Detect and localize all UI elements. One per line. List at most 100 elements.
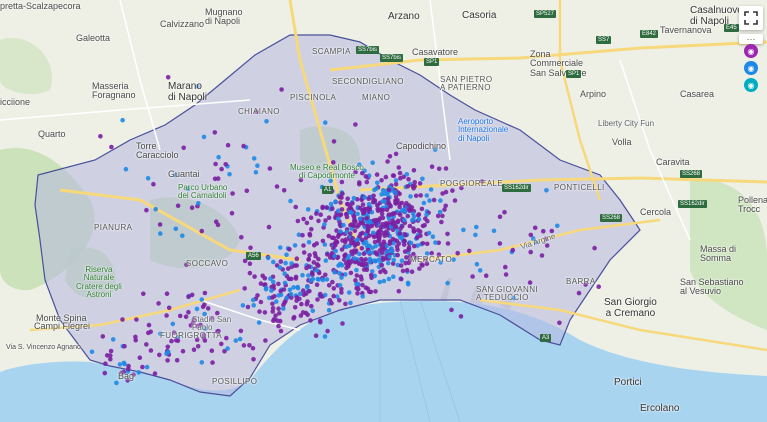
data-point[interactable] bbox=[364, 179, 370, 185]
data-point[interactable] bbox=[369, 223, 375, 229]
data-point[interactable] bbox=[158, 231, 163, 236]
data-point[interactable] bbox=[307, 252, 312, 258]
data-point[interactable] bbox=[278, 245, 283, 250]
data-point[interactable] bbox=[391, 257, 397, 263]
data-point[interactable] bbox=[247, 270, 253, 276]
data-point[interactable] bbox=[362, 206, 368, 212]
data-point[interactable] bbox=[449, 307, 454, 313]
data-point[interactable] bbox=[305, 207, 311, 212]
data-point[interactable] bbox=[383, 224, 388, 229]
data-point[interactable] bbox=[348, 300, 353, 306]
data-point[interactable] bbox=[307, 231, 313, 237]
data-point[interactable] bbox=[359, 277, 364, 282]
data-point[interactable] bbox=[360, 294, 366, 299]
poi-liberty[interactable]: Liberty City Fun bbox=[598, 119, 654, 128]
data-point[interactable] bbox=[267, 166, 273, 171]
data-point[interactable] bbox=[357, 181, 362, 187]
data-point[interactable] bbox=[272, 294, 277, 299]
data-point[interactable] bbox=[315, 276, 321, 282]
data-point[interactable] bbox=[443, 166, 449, 171]
data-point[interactable] bbox=[304, 284, 310, 290]
data-point[interactable] bbox=[348, 231, 353, 236]
data-point[interactable] bbox=[351, 195, 357, 201]
data-point[interactable] bbox=[336, 232, 342, 238]
data-point[interactable] bbox=[252, 274, 257, 279]
data-point[interactable] bbox=[239, 235, 244, 240]
poi-museo[interactable]: Museo e Real Bosco di Capodimonte bbox=[290, 163, 364, 181]
data-point[interactable] bbox=[355, 241, 361, 246]
data-point[interactable] bbox=[264, 119, 269, 124]
data-point[interactable] bbox=[344, 214, 350, 220]
data-point[interactable] bbox=[279, 87, 284, 92]
data-point[interactable] bbox=[199, 360, 205, 365]
data-point[interactable] bbox=[371, 230, 376, 236]
data-point[interactable] bbox=[233, 338, 239, 343]
data-point[interactable] bbox=[273, 313, 278, 318]
data-point[interactable] bbox=[121, 360, 127, 366]
data-point[interactable] bbox=[175, 203, 181, 209]
data-point[interactable] bbox=[544, 188, 549, 193]
data-point[interactable] bbox=[270, 309, 276, 314]
map-view[interactable]: Arzano Casoria Casalnuovo di Napoli Mugn… bbox=[0, 0, 767, 422]
data-point[interactable] bbox=[223, 162, 228, 167]
data-point[interactable] bbox=[263, 285, 269, 291]
data-point[interactable] bbox=[477, 268, 483, 273]
data-point[interactable] bbox=[390, 222, 396, 227]
data-point[interactable] bbox=[438, 198, 443, 203]
data-point[interactable] bbox=[140, 364, 145, 370]
data-point[interactable] bbox=[165, 75, 171, 80]
data-point[interactable] bbox=[314, 282, 320, 288]
fullscreen-button[interactable] bbox=[739, 6, 763, 30]
data-point[interactable] bbox=[541, 228, 546, 234]
data-point[interactable] bbox=[413, 193, 419, 199]
data-point[interactable] bbox=[305, 312, 311, 318]
data-point[interactable] bbox=[350, 201, 355, 206]
data-point[interactable] bbox=[212, 130, 218, 135]
data-point[interactable] bbox=[419, 206, 425, 212]
data-point[interactable] bbox=[339, 275, 344, 280]
data-point[interactable] bbox=[596, 284, 601, 290]
data-point[interactable] bbox=[373, 244, 378, 249]
data-point[interactable] bbox=[238, 328, 244, 334]
data-point[interactable] bbox=[399, 224, 405, 229]
data-point[interactable] bbox=[397, 212, 403, 217]
data-point[interactable] bbox=[431, 197, 437, 203]
data-point[interactable] bbox=[210, 360, 215, 365]
data-point[interactable] bbox=[157, 222, 163, 227]
data-point[interactable] bbox=[166, 349, 171, 355]
data-point[interactable] bbox=[474, 224, 479, 230]
data-point[interactable] bbox=[294, 256, 300, 262]
data-point[interactable] bbox=[166, 305, 172, 311]
data-point[interactable] bbox=[341, 222, 346, 228]
data-point[interactable] bbox=[363, 174, 369, 179]
data-point[interactable] bbox=[467, 248, 472, 254]
data-point[interactable] bbox=[421, 200, 427, 206]
data-point[interactable] bbox=[361, 251, 367, 256]
data-point[interactable] bbox=[224, 335, 229, 341]
data-point[interactable] bbox=[170, 321, 176, 327]
data-point[interactable] bbox=[377, 279, 383, 285]
data-point[interactable] bbox=[133, 337, 138, 343]
data-point[interactable] bbox=[227, 171, 232, 177]
data-point[interactable] bbox=[269, 288, 274, 293]
data-point[interactable] bbox=[375, 203, 380, 208]
data-point[interactable] bbox=[257, 309, 262, 314]
data-point[interactable] bbox=[241, 143, 246, 149]
data-point[interactable] bbox=[253, 170, 259, 175]
data-point[interactable] bbox=[396, 288, 402, 294]
data-point[interactable] bbox=[379, 250, 385, 256]
data-point[interactable] bbox=[379, 262, 385, 268]
data-point[interactable] bbox=[323, 120, 328, 125]
data-point[interactable] bbox=[386, 260, 391, 266]
data-point[interactable] bbox=[209, 348, 215, 354]
data-point[interactable] bbox=[277, 265, 283, 270]
data-point[interactable] bbox=[387, 241, 393, 247]
data-point[interactable] bbox=[284, 252, 289, 257]
data-point[interactable] bbox=[274, 184, 280, 189]
data-point[interactable] bbox=[144, 342, 149, 347]
data-point[interactable] bbox=[268, 276, 273, 282]
data-point[interactable] bbox=[410, 211, 416, 217]
data-point[interactable] bbox=[502, 209, 507, 215]
data-point[interactable] bbox=[404, 201, 409, 206]
data-point[interactable] bbox=[491, 228, 497, 234]
